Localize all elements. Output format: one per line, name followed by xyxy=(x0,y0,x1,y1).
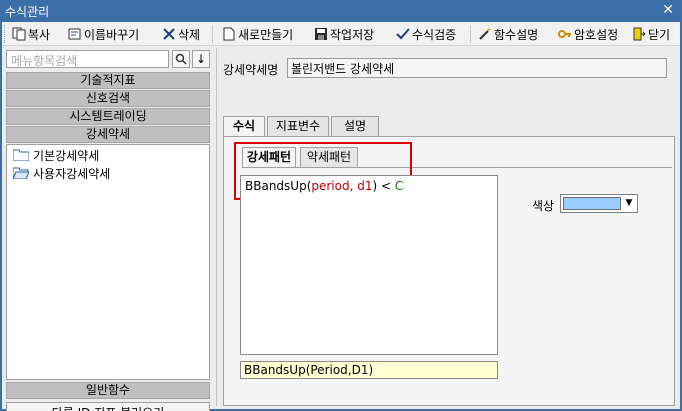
category-technical-indicators[interactable]: 기술적지표 xyxy=(6,72,210,89)
open-folder-icon xyxy=(12,167,30,180)
save-icon xyxy=(314,27,328,41)
name-field[interactable]: 볼린저밴드 강세약세 xyxy=(287,58,667,78)
tree-item-label: 사용자강세약세 xyxy=(33,166,111,181)
function-help-button[interactable]: 함수설명 xyxy=(478,25,538,43)
tree-item-basic[interactable]: 기본강세약세 xyxy=(12,147,100,163)
search-button[interactable] xyxy=(172,50,190,68)
category-general-functions[interactable]: 일반함수 xyxy=(6,382,210,399)
formula-args: period, d1 xyxy=(311,179,373,193)
checkmark-icon xyxy=(396,27,410,41)
expression-field[interactable]: BBandsUp(Period,D1) xyxy=(240,361,498,379)
name-label: 강세약세명 xyxy=(223,63,279,77)
tree-item-label: 기본강세약세 xyxy=(33,148,100,163)
left-pane: 메뉴항목검색 ↓ 기술적지표 신호검색 시스템트레이딩 강세약세 기본강세약세 xyxy=(4,48,212,411)
window-title: 수식관리 xyxy=(5,5,50,19)
toolbar-separator xyxy=(470,25,471,43)
key-icon xyxy=(558,27,572,41)
save-button[interactable]: 작업저장 xyxy=(314,25,374,43)
formula-variable: C xyxy=(394,179,404,193)
password-label: 암호설정 xyxy=(574,27,619,42)
new-button[interactable]: 새로만들기 xyxy=(222,25,293,43)
formula-tab-panel: 강세패턴 약세패턴 BBandsUp(period, d1) < C BBand… xyxy=(223,136,675,406)
color-picker[interactable]: ▼ xyxy=(560,194,638,213)
close-label: 닫기 xyxy=(648,27,671,42)
menu-search-input[interactable]: 메뉴항목검색 xyxy=(6,50,169,68)
formula-editor[interactable]: BBandsUp(period, d1) < C xyxy=(240,175,498,355)
exit-door-icon xyxy=(632,27,646,41)
tab-description[interactable]: 설명 xyxy=(331,116,379,136)
tab-indicator-variables[interactable]: 지표변수 xyxy=(267,116,329,136)
category-system-trading[interactable]: 시스템트레이딩 xyxy=(6,108,210,125)
right-pane: 강세약세명 볼린저밴드 강세약세 수식 지표변수 설명 강세패턴 약세패턴 BB… xyxy=(216,48,678,406)
formula-operator: < xyxy=(377,179,395,193)
copy-label: 복사 xyxy=(28,27,51,42)
toolbar-separator xyxy=(212,25,213,43)
search-icon xyxy=(175,53,187,65)
rename-label: 이름바꾸기 xyxy=(84,27,140,42)
verify-button[interactable]: 수식검증 xyxy=(396,25,456,43)
copy-button[interactable]: 복사 xyxy=(12,25,50,43)
new-document-icon xyxy=(222,27,236,41)
bull-bear-tree: 기본강세약세 사용자강세약세 xyxy=(6,144,210,380)
tree-item-user[interactable]: 사용자강세약세 xyxy=(12,165,111,181)
color-label: 색상 xyxy=(532,199,555,213)
load-other-id-button[interactable]: 다른 ID 지표 불러오기 xyxy=(6,402,210,411)
tab-formula[interactable]: 수식 xyxy=(223,116,265,137)
function-help-label: 함수설명 xyxy=(494,27,539,42)
title-bar: 수식관리 ✕ xyxy=(0,0,682,22)
color-swatch xyxy=(563,197,621,210)
folder-icon xyxy=(12,149,30,162)
verify-label: 수식검증 xyxy=(412,27,457,42)
new-label: 새로만들기 xyxy=(238,27,294,42)
formula-manager-window: 수식관리 ✕ 복사 이름바꾸기 삭제 새로만들기 작업저장 수식검증 함수설명 … xyxy=(0,0,682,411)
copy-icon xyxy=(12,27,26,41)
category-bull-bear[interactable]: 강세약세 xyxy=(6,126,210,143)
formula-function: BBandsUp( xyxy=(245,179,312,193)
close-icon[interactable]: ✕ xyxy=(662,2,674,18)
close-button[interactable]: 닫기 xyxy=(632,25,670,43)
rename-button[interactable]: 이름바꾸기 xyxy=(68,25,139,43)
toolbar: 복사 이름바꾸기 삭제 새로만들기 작업저장 수식검증 함수설명 암호설정 닫기 xyxy=(2,22,680,46)
password-button[interactable]: 암호설정 xyxy=(558,25,618,43)
toolbar-grip[interactable] xyxy=(4,25,7,43)
save-label: 작업저장 xyxy=(330,27,375,42)
rename-icon xyxy=(68,27,82,41)
client-area: 복사 이름바꾸기 삭제 새로만들기 작업저장 수식검증 함수설명 암호설정 닫기… xyxy=(2,22,680,411)
category-signal-search[interactable]: 신호검색 xyxy=(6,90,210,107)
delete-label: 삭제 xyxy=(178,27,201,42)
sort-down-button[interactable]: ↓ xyxy=(192,50,210,68)
chevron-down-icon[interactable]: ▼ xyxy=(622,196,636,211)
magic-wand-icon xyxy=(478,27,492,41)
delete-icon xyxy=(162,27,176,41)
delete-button[interactable]: 삭제 xyxy=(162,25,200,43)
